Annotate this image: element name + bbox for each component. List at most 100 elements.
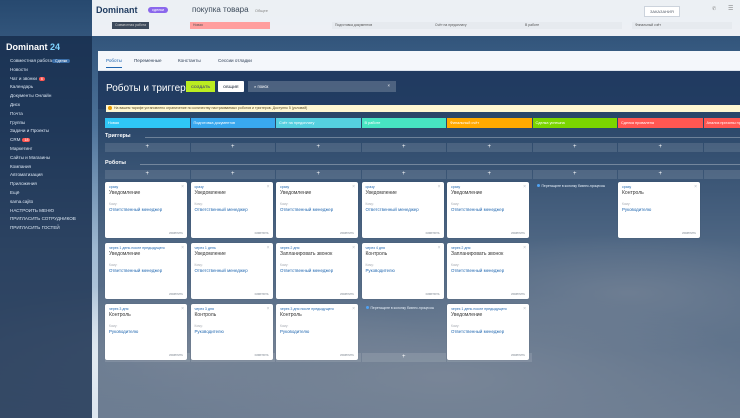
- add-button[interactable]: +: [105, 170, 190, 179]
- card-condition[interactable]: через 1 день после предыдущего: [451, 307, 525, 311]
- card-edit-link[interactable]: изменить: [682, 231, 696, 235]
- add-button[interactable]: +: [618, 143, 703, 152]
- close-icon[interactable]: ×: [352, 245, 355, 251]
- sidebar-item[interactable]: Автоматизация: [10, 172, 43, 177]
- card-edit-link[interactable]: изменить: [255, 231, 269, 235]
- sidebar-item[interactable]: Сайты и Магазины: [10, 155, 50, 160]
- sidebar-item[interactable]: НАСТРОИТЬ МЕНЮ: [10, 208, 54, 213]
- card-condition[interactable]: сразу: [366, 185, 440, 189]
- sidebar-item[interactable]: Почта: [10, 111, 23, 116]
- close-icon[interactable]: ×: [523, 184, 526, 190]
- sidebar-item[interactable]: Новости: [10, 67, 28, 72]
- card-edit-link[interactable]: изменить: [426, 231, 440, 235]
- sidebar-item[interactable]: Компания: [10, 164, 31, 169]
- card-condition[interactable]: сразу: [622, 185, 696, 189]
- card-edit-link[interactable]: изменить: [255, 292, 269, 296]
- header-right-button[interactable]: ЗАКАЗАНИЯ: [644, 6, 680, 17]
- close-icon[interactable]: ×: [181, 184, 184, 190]
- add-button[interactable]: +: [361, 143, 446, 152]
- card-condition[interactable]: через 3 дня: [195, 307, 269, 311]
- column-header[interactable]: Новая: [105, 118, 190, 128]
- card-condition[interactable]: через 1 день: [195, 246, 269, 250]
- robot-card[interactable]: через 1 день после предыдущего Уведомлени…: [105, 243, 187, 299]
- close-icon[interactable]: ×: [438, 184, 441, 190]
- sidebar-item[interactable]: Группы: [10, 120, 25, 125]
- sidebar-item[interactable]: Диск: [10, 102, 20, 107]
- close-icon[interactable]: ×: [181, 245, 184, 251]
- card-edit-link[interactable]: изменить: [340, 231, 354, 235]
- add-button[interactable]: +: [361, 170, 446, 179]
- close-icon[interactable]: ×: [523, 306, 526, 312]
- robot-card[interactable]: сразу Уведомление Кому: Ответственный менед…: [105, 182, 187, 238]
- card-condition[interactable]: через 2 дня: [280, 246, 354, 250]
- sidebar-item[interactable]: Календарь: [10, 84, 33, 89]
- robot-card[interactable]: через 1 день после предыдущего Уведомлени…: [447, 304, 529, 360]
- add-button[interactable]: +: [190, 143, 275, 152]
- phone-icon[interactable]: ✆: [712, 6, 716, 12]
- robot-card[interactable]: сразу Уведомление Кому: Ответственный менед…: [276, 182, 358, 238]
- sidebar-item[interactable]: ПРИГЛАСИТЬ ГОСТЕЙ: [10, 225, 60, 230]
- column-header[interactable]: Анализ причины провала: [703, 118, 740, 128]
- menu-icon[interactable]: ☰: [728, 5, 733, 12]
- sidebar-logo[interactable]: Dominant 24: [6, 42, 60, 52]
- card-condition[interactable]: через 4 дня: [366, 246, 440, 250]
- card-edit-link[interactable]: изменить: [511, 353, 525, 357]
- add-button[interactable]: +: [447, 143, 532, 152]
- card-condition[interactable]: сразу: [195, 185, 269, 189]
- sidebar-item[interactable]: ПРИГЛАСИТЬ СОТРУДНИКОВ: [10, 216, 76, 221]
- sidebar-item[interactable]: Приложения: [10, 181, 37, 186]
- search-input[interactable]: ⌕ поиск ×: [248, 81, 396, 92]
- sidebar-item[interactable]: Маркетинг: [10, 146, 32, 151]
- card-edit-link[interactable]: изменить: [340, 292, 354, 296]
- card-edit-link[interactable]: изменить: [169, 353, 183, 357]
- close-icon[interactable]: ×: [267, 245, 270, 251]
- card-edit-link[interactable]: изменить: [169, 231, 183, 235]
- add-button[interactable]: +: [703, 170, 740, 179]
- general-button[interactable]: ОБЩИЕ: [218, 81, 244, 92]
- search-clear-icon[interactable]: ×: [388, 83, 390, 88]
- column-header[interactable]: Подготовка документов: [190, 118, 275, 128]
- card-edit-link[interactable]: изменить: [169, 292, 183, 296]
- robot-card[interactable]: сразу Уведомление Кому: Ответственный менед…: [447, 182, 529, 238]
- card-condition[interactable]: сразу: [451, 185, 525, 189]
- column-header[interactable]: Сделка успешна: [532, 118, 617, 128]
- column-header[interactable]: Сделка провалена: [618, 118, 703, 128]
- card-edit-link[interactable]: изменить: [511, 231, 525, 235]
- add-button[interactable]: +: [276, 170, 361, 179]
- sidebar-item[interactable]: Чат и звонки 6: [10, 76, 45, 81]
- robot-card[interactable]: через 1 день Уведомление Кому: Ответственны…: [190, 243, 273, 299]
- close-icon[interactable]: ×: [267, 184, 270, 190]
- robot-card[interactable]: через 3 дня после предыдущего Контроль Ком…: [276, 304, 358, 360]
- add-button[interactable]: +: [618, 170, 703, 179]
- close-icon[interactable]: ×: [523, 245, 526, 251]
- tab-3[interactable]: Сессии отладки: [218, 58, 252, 63]
- add-button[interactable]: +: [532, 170, 617, 179]
- card-edit-link[interactable]: изменить: [340, 353, 354, 357]
- add-button[interactable]: +: [105, 143, 190, 152]
- sidebar-item[interactable]: Ещё: [10, 190, 19, 195]
- tab-2[interactable]: Константы: [178, 58, 201, 63]
- deals-button[interactable]: сделки: [148, 7, 169, 13]
- sidebar-item[interactable]: Документы Онлайн: [10, 93, 51, 98]
- card-edit-link[interactable]: изменить: [511, 292, 525, 296]
- robot-card[interactable]: сразу Контроль Кому: Руководителю изменить ×: [618, 182, 700, 238]
- card-condition[interactable]: через 1 день после предыдущего: [109, 246, 183, 250]
- sidebar-item[interactable]: sama.cajito: [10, 199, 33, 204]
- add-button[interactable]: +: [447, 170, 532, 179]
- card-condition[interactable]: через 2 дня: [451, 246, 525, 250]
- sidebar-item[interactable]: Совместная работа Сделки: [10, 58, 71, 63]
- card-condition[interactable]: сразу: [109, 185, 183, 189]
- sidebar-item[interactable]: CRM 18: [10, 137, 31, 143]
- close-icon[interactable]: ×: [267, 306, 270, 312]
- close-icon[interactable]: ×: [438, 245, 441, 251]
- robot-card[interactable]: сразу Уведомление Кому: Ответственный менед…: [190, 182, 273, 238]
- add-button[interactable]: +: [532, 143, 617, 152]
- column-header[interactable]: В работе: [361, 118, 446, 128]
- robot-card[interactable]: через 2 дня Запланировать звонок Кому: Отве…: [447, 243, 529, 299]
- close-icon[interactable]: ×: [352, 306, 355, 312]
- add-button[interactable]: +: [361, 353, 446, 362]
- card-condition[interactable]: через 3 дня после предыдущего: [280, 307, 354, 311]
- add-button[interactable]: +: [276, 143, 361, 152]
- robot-card[interactable]: сразу Уведомление Кому: Ответственный менед…: [361, 182, 444, 238]
- add-button[interactable]: +: [190, 170, 275, 179]
